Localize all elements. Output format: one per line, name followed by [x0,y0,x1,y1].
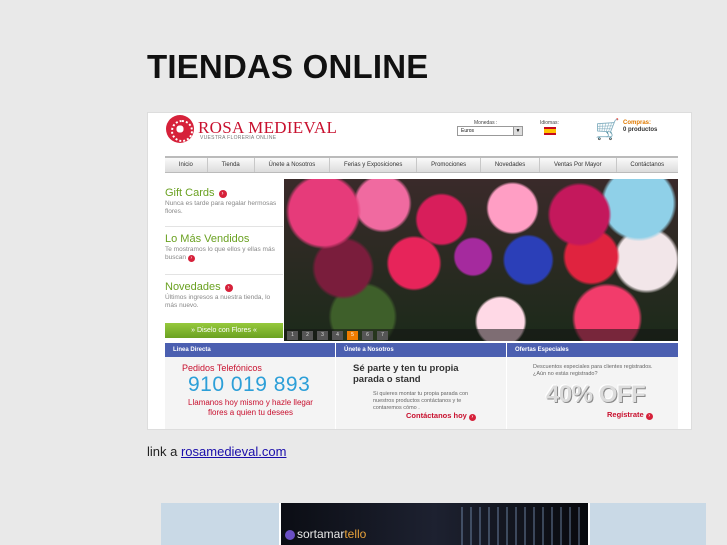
currency-value: Euros [461,128,475,134]
nav-inicio[interactable]: Inicio [165,158,208,172]
cart-count: 0 productos [623,127,658,133]
slide-dot[interactable]: 4 [332,330,343,340]
cart-title: Compras: [623,120,652,126]
promo-text: Te mostramos lo que ellos y ellas más bu… [165,246,275,262]
store-tagline: VUESTRA FLORERIA ONLINE [200,135,277,141]
pedidos-title: Pedidos Telefónicos [182,363,262,373]
hero-flowers-image [284,179,678,341]
promo-text: Últimos ingresos a nuestra tienda, lo má… [165,294,271,309]
contactanos-link[interactable]: Contáctanos hoy › [406,411,476,421]
slide-dot[interactable]: 1 [287,330,298,340]
arrow-right-icon: › [645,413,653,420]
arrow-right-icon: › [224,284,233,292]
nav-unete[interactable]: Únete a Nosotros [255,158,331,172]
arrow-right-icon: › [468,414,476,421]
divider [165,274,283,275]
cart-icon[interactable]: 🛒 [595,119,620,141]
promo-title: Novedades [165,281,221,293]
slide-dot[interactable]: 2 [302,330,313,340]
currency-select[interactable]: Euros ▼ [457,126,523,136]
promo-title: Gift Cards [165,187,215,199]
chevron-down-icon: ▼ [513,127,522,135]
promo-novedades[interactable]: Novedades › Últimos ingresos a nuestra ti… [165,281,283,310]
separte-title: Sé parte y ten tu propia parada o stand [353,363,459,385]
registrate-link[interactable]: Regístrate › [607,410,653,420]
promo-title: Lo Más Vendidos [165,233,250,245]
spanish-flag-icon[interactable] [544,127,556,135]
promo-text: Nunca es tarde para regalar hermosas flo… [165,200,277,215]
slider-pagination: 1 2 3 4 5 6 7 [284,329,678,341]
nav-ferias[interactable]: Ferias y Exposiciones [330,158,418,172]
link-prefix: link a [147,444,181,459]
col-ofertas-title: Ofertas Especiales [507,343,678,357]
nav-novedades[interactable]: Novedades [481,158,541,172]
nav-tienda[interactable]: Tienda [208,158,255,172]
sortamartello-brand: sortamartello [297,527,367,541]
promo-mas-vendidos[interactable]: Lo Más Vendidos Te mostramos lo que ello… [165,233,283,262]
slide-dot-active[interactable]: 5 [347,330,358,340]
second-screenshot: sortamartello [161,503,706,545]
rosamedieval-link[interactable]: rosamedieval.com [181,444,287,459]
store-screenshot: ROSA MEDIEVAL VUESTRA FLORERIA ONLINE Mo… [147,112,692,430]
slide-dot[interactable]: 3 [317,330,328,340]
arrow-right-icon: › [187,255,195,262]
promo-gift-cards[interactable]: Gift Cards › Nunca es tarde para regalar … [165,187,283,216]
nav-promociones[interactable]: Promociones [417,158,481,172]
slide-dot[interactable]: 7 [377,330,388,340]
sortamartello-banner: sortamartello [279,503,590,545]
main-nav: Inicio Tienda Únete a Nosotros Ferias y … [165,156,678,173]
play-logo-icon [285,530,295,540]
separte-text: Si quieres montar tu propia parada con n… [373,391,469,411]
nav-contactanos[interactable]: Contáctanos [617,158,678,172]
arrow-right-icon: › [218,190,227,198]
off-badge: 40% OFF [546,381,646,408]
page-title: TIENDAS ONLINE [147,48,429,85]
rose-logo-icon [166,115,194,143]
llamanos-text: Llamanos hoy mismo y hazle llegar flores… [188,398,313,417]
col-linea-directa-title: Linea Directa [165,343,335,357]
descuentos-text: Descuentos especiales para clientes regi… [533,364,653,377]
link-line: link a rosamedieval.com [147,444,286,459]
divider [165,226,283,227]
slide-dot[interactable]: 6 [362,330,373,340]
phone-number: 910 019 893 [188,373,311,396]
idiomas-label: Idiomas: [540,120,559,126]
diselo-con-flores-button[interactable]: » Diselo con Flores « [165,323,283,338]
nav-ventas[interactable]: Ventas Por Mayor [540,158,617,172]
col-unete-title: Únete a Nosotros [336,343,506,357]
